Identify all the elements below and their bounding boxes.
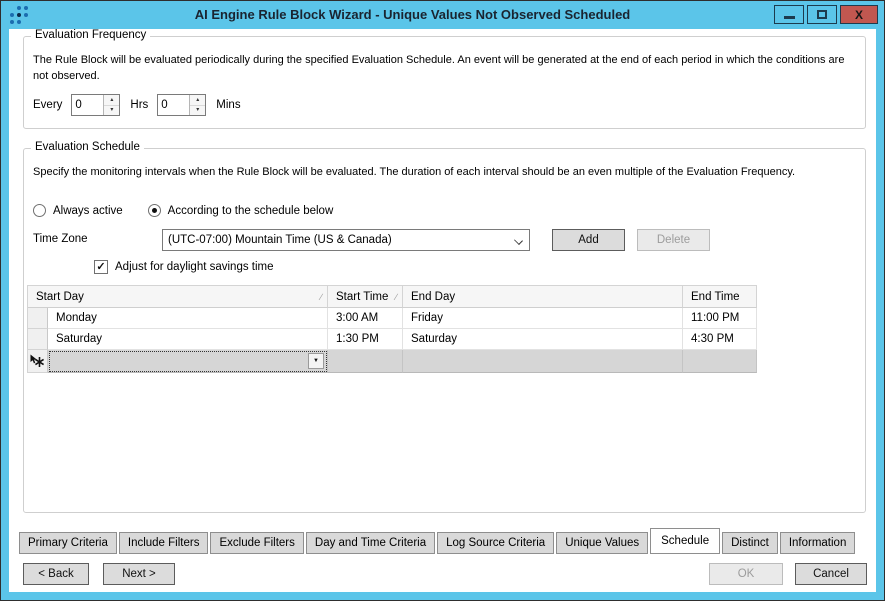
tab-primary-criteria[interactable]: Primary Criteria bbox=[19, 532, 117, 554]
minutes-input[interactable] bbox=[158, 95, 189, 115]
tab-information[interactable]: Information bbox=[780, 532, 856, 554]
new-row-cell-end-time[interactable] bbox=[683, 350, 757, 373]
row-header[interactable] bbox=[28, 308, 48, 329]
sort-ascending-icon: ∕ bbox=[395, 292, 397, 302]
add-button[interactable]: Add bbox=[552, 229, 625, 251]
column-header-end-time[interactable]: End Time bbox=[683, 286, 757, 308]
new-row-cell-end-day[interactable] bbox=[403, 350, 683, 373]
evaluation-frequency-description: The Rule Block will be evaluated periodi… bbox=[33, 52, 851, 84]
cell-end-day[interactable]: Saturday bbox=[403, 329, 683, 350]
delete-button[interactable]: Delete bbox=[637, 229, 710, 251]
column-header-end-day[interactable]: End Day bbox=[403, 286, 683, 308]
tab-distinct[interactable]: Distinct bbox=[722, 532, 778, 554]
hrs-label: Hrs bbox=[130, 99, 148, 111]
next-button[interactable]: Next > bbox=[103, 563, 175, 585]
sort-ascending-icon: ∕ bbox=[320, 292, 322, 302]
hours-stepper: ▴ ▾ bbox=[71, 94, 120, 116]
evaluation-schedule-description: Specify the monitoring intervals when th… bbox=[33, 164, 851, 180]
ok-button[interactable]: OK bbox=[709, 563, 783, 585]
minutes-spin-up-button[interactable]: ▴ bbox=[190, 95, 205, 106]
schedule-table: Start Day ∕ Start Time ∕ End Day End Tim… bbox=[27, 285, 757, 373]
cell-start-time[interactable]: 1:30 PM bbox=[328, 329, 403, 350]
hours-spin-up-button[interactable]: ▴ bbox=[104, 95, 119, 106]
logrhythm-dots-icon bbox=[10, 5, 32, 25]
evaluation-schedule-group: Evaluation Schedule Specify the monitori… bbox=[23, 148, 866, 513]
according-to-schedule-radio[interactable]: According to the schedule below bbox=[148, 204, 334, 217]
cell-end-time[interactable]: 4:30 PM bbox=[683, 329, 757, 350]
evaluation-frequency-group: Evaluation Frequency The Rule Block will… bbox=[23, 36, 866, 129]
always-active-radio[interactable]: Always active bbox=[33, 204, 123, 217]
dialog-client-area: Evaluation Frequency The Rule Block will… bbox=[9, 29, 876, 592]
cancel-button[interactable]: Cancel bbox=[795, 563, 867, 585]
schedule-mode-radio-group: Always active According to the schedule … bbox=[33, 204, 333, 217]
daylight-savings-label: Adjust for daylight savings time bbox=[115, 261, 274, 273]
time-zone-select[interactable]: (UTC-07:00) Mountain Time (US & Canada) bbox=[162, 229, 530, 251]
window-title: AI Engine Rule Block Wizard - Unique Val… bbox=[61, 1, 764, 29]
new-row-indicator-icon bbox=[28, 350, 48, 373]
time-zone-value: (UTC-07:00) Mountain Time (US & Canada) bbox=[168, 234, 392, 246]
table-row[interactable]: Monday 3:00 AM Friday 11:00 PM bbox=[28, 308, 757, 329]
wizard-tab-strip: Primary Criteria Include Filters Exclude… bbox=[19, 530, 857, 554]
maximize-icon bbox=[817, 10, 827, 19]
tab-unique-values[interactable]: Unique Values bbox=[556, 532, 648, 554]
according-to-schedule-label: According to the schedule below bbox=[168, 205, 334, 217]
cell-end-time[interactable]: 11:00 PM bbox=[683, 308, 757, 329]
new-row-start-day-combo[interactable]: ▼ bbox=[48, 350, 328, 373]
table-header-row: Start Day ∕ Start Time ∕ End Day End Tim… bbox=[28, 286, 757, 308]
new-row-cell-start-time[interactable] bbox=[328, 350, 403, 373]
tab-exclude-filters[interactable]: Exclude Filters bbox=[210, 532, 303, 554]
checkbox-checked-icon[interactable]: ✓ bbox=[94, 260, 108, 274]
evaluation-schedule-group-label: Evaluation Schedule bbox=[31, 141, 144, 153]
minutes-stepper: ▴ ▾ bbox=[157, 94, 206, 116]
minimize-icon bbox=[784, 16, 795, 19]
cell-start-day[interactable]: Saturday bbox=[48, 329, 328, 350]
tab-log-source-criteria[interactable]: Log Source Criteria bbox=[437, 532, 554, 554]
cell-end-day[interactable]: Friday bbox=[403, 308, 683, 329]
back-button[interactable]: < Back bbox=[23, 563, 89, 585]
minimize-button[interactable] bbox=[774, 5, 804, 24]
table-new-row[interactable]: ▼ bbox=[28, 350, 757, 373]
frequency-row: Every ▴ ▾ Hrs ▴ ▾ Mins bbox=[33, 94, 241, 116]
minutes-spin-down-button[interactable]: ▾ bbox=[190, 106, 205, 116]
row-header[interactable] bbox=[28, 329, 48, 350]
hours-input[interactable] bbox=[72, 95, 103, 115]
tab-include-filters[interactable]: Include Filters bbox=[119, 532, 209, 554]
always-active-label: Always active bbox=[53, 205, 123, 217]
cell-start-day[interactable]: Monday bbox=[48, 308, 328, 329]
close-button[interactable]: X bbox=[840, 5, 878, 24]
mins-label: Mins bbox=[216, 99, 240, 111]
evaluation-frequency-group-label: Evaluation Frequency bbox=[31, 29, 150, 41]
time-zone-label: Time Zone bbox=[33, 233, 88, 245]
dropdown-arrow-icon[interactable]: ▼ bbox=[308, 353, 324, 369]
chevron-down-icon bbox=[514, 236, 523, 245]
wizard-window: AI Engine Rule Block Wizard - Unique Val… bbox=[0, 0, 885, 601]
radio-unchecked-icon bbox=[33, 204, 46, 217]
hours-spin-down-button[interactable]: ▾ bbox=[104, 106, 119, 116]
maximize-button[interactable] bbox=[807, 5, 837, 24]
daylight-savings-checkbox-row[interactable]: ✓ Adjust for daylight savings time bbox=[94, 260, 274, 274]
column-header-start-time[interactable]: Start Time ∕ bbox=[328, 286, 403, 308]
cell-start-time[interactable]: 3:00 AM bbox=[328, 308, 403, 329]
table-row[interactable]: Saturday 1:30 PM Saturday 4:30 PM bbox=[28, 329, 757, 350]
tab-day-and-time-criteria[interactable]: Day and Time Criteria bbox=[306, 532, 435, 554]
tab-schedule[interactable]: Schedule bbox=[650, 528, 720, 554]
titlebar: AI Engine Rule Block Wizard - Unique Val… bbox=[1, 1, 884, 29]
every-label: Every bbox=[33, 99, 62, 111]
column-header-start-day[interactable]: Start Day ∕ bbox=[28, 286, 328, 308]
radio-checked-icon bbox=[148, 204, 161, 217]
